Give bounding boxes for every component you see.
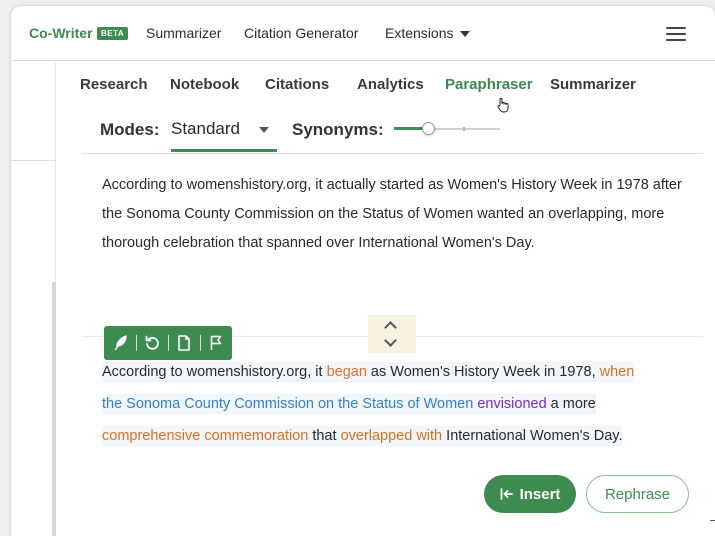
output-line-highlight: According to womenshistory.org, it began… <box>102 362 635 382</box>
sidebar-divider <box>11 160 56 161</box>
controls-divider <box>82 153 703 154</box>
rephrase-button[interactable]: Rephrase <box>586 475 689 513</box>
modes-label: Modes: <box>100 120 160 139</box>
input-textarea[interactable]: According to womenshistory.org, it actua… <box>102 171 690 258</box>
synonyms-slider[interactable] <box>394 122 500 136</box>
brand-logo[interactable]: Co-Writer <box>29 25 93 41</box>
tab-analytics[interactable]: Analytics <box>357 76 424 93</box>
output-toolbar <box>104 326 232 360</box>
mode-dropdown[interactable]: Standard <box>171 118 277 152</box>
synonyms-label: Synonyms: <box>292 120 384 139</box>
output-line-highlight: comprehensive commemoration that overlap… <box>102 426 623 446</box>
output-text: as Women's History Week in 1978, <box>366 364 600 380</box>
document-icon[interactable] <box>168 326 200 360</box>
output-line: the Sonoma County Commission on the Stat… <box>102 390 702 422</box>
sidebar <box>11 62 56 536</box>
tab-citations[interactable]: Citations <box>265 76 329 93</box>
tab-notebook[interactable]: Notebook <box>170 76 239 93</box>
undo-icon[interactable] <box>136 326 168 360</box>
output-text: According to womenshistory.org, it <box>102 364 327 380</box>
tab-summarizer[interactable]: Summarizer <box>550 76 636 93</box>
slider-tick <box>463 127 465 131</box>
nav-extensions-label: Extensions <box>385 25 454 41</box>
chevron-up-icon <box>384 321 397 334</box>
structural-change[interactable]: the Sonoma County Commission on the Stat… <box>102 396 473 412</box>
top-bar: Co-Writer BETA Summarizer Citation Gener… <box>11 6 715 61</box>
feather-icon[interactable] <box>104 326 136 360</box>
tab-paraphraser[interactable]: Paraphraser <box>445 76 533 93</box>
insert-icon <box>500 488 513 500</box>
menu-icon[interactable] <box>666 27 686 41</box>
insert-button[interactable]: Insert <box>484 475 576 513</box>
slider-thumb[interactable] <box>422 122 435 135</box>
changed-phrase[interactable]: began <box>327 364 367 380</box>
output-text: a more <box>546 396 596 412</box>
nav-citation-generator[interactable]: Citation Generator <box>244 25 358 41</box>
panel-resize-handle[interactable] <box>368 315 416 353</box>
output-line: comprehensive commemoration that overlap… <box>102 422 702 454</box>
chevron-down-icon <box>460 31 471 38</box>
tab-research[interactable]: Research <box>80 76 148 93</box>
sidebar-scrollbar[interactable] <box>52 282 56 536</box>
output-text: that <box>308 428 341 444</box>
beta-badge: BETA <box>97 27 129 40</box>
changed-phrase[interactable]: comprehensive commemoration <box>102 428 308 444</box>
app-window: Co-Writer BETA Summarizer Citation Gener… <box>11 6 715 536</box>
output-line: According to womenshistory.org, it began… <box>102 358 702 390</box>
output-text: International Women's Day. <box>442 428 623 444</box>
paraphrased-output[interactable]: According to womenshistory.org, it began… <box>102 358 702 454</box>
changed-word[interactable]: envisioned <box>477 396 546 412</box>
hand-cursor-icon <box>497 97 509 113</box>
output-line-highlight: the Sonoma County Commission on the Stat… <box>102 394 596 414</box>
changed-phrase[interactable]: overlapped with <box>341 428 443 444</box>
nav-summarizer[interactable]: Summarizer <box>146 25 221 41</box>
changed-phrase[interactable]: when <box>600 364 635 380</box>
flag-icon[interactable] <box>200 326 232 360</box>
mode-value: Standard <box>171 119 240 138</box>
insert-button-label: Insert <box>519 485 561 503</box>
nav-extensions[interactable]: Extensions <box>385 25 471 41</box>
edge-mark <box>710 520 715 521</box>
chevron-down-icon <box>259 127 269 133</box>
chevron-down-icon <box>384 334 397 347</box>
